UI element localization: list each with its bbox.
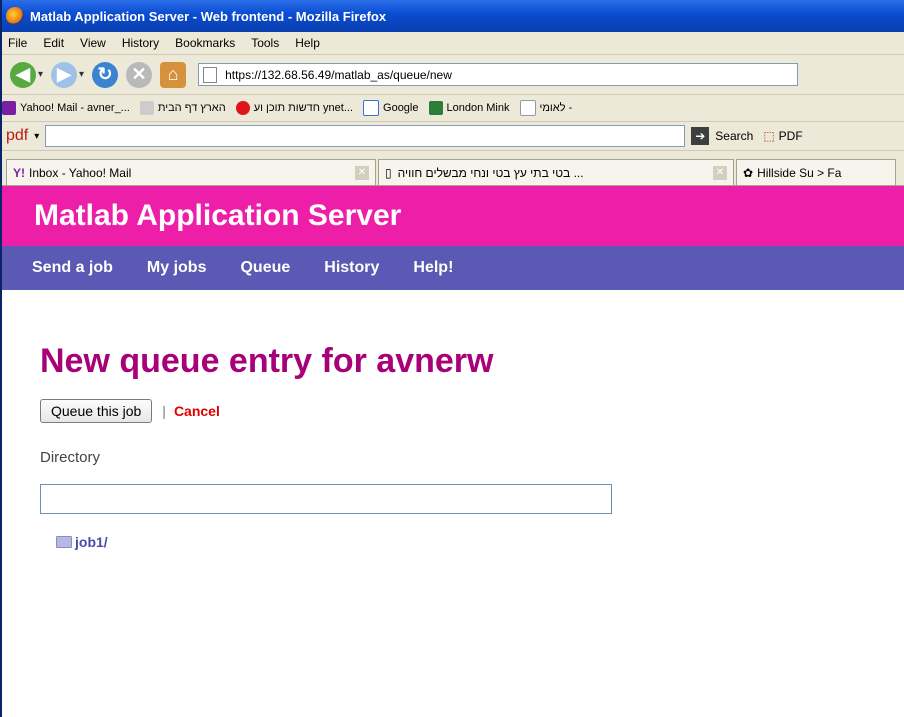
chevron-down-icon[interactable]: ▾	[34, 131, 39, 142]
bookmark-ynet[interactable]: חדשות תוכן וע ynet...	[235, 101, 354, 115]
page-icon	[519, 100, 536, 116]
close-icon[interactable]: ✕	[713, 165, 727, 180]
nav-send-a-job[interactable]: Send a job	[32, 259, 113, 277]
cancel-link[interactable]: Cancel	[174, 403, 220, 419]
home-icon[interactable]: ⌂	[160, 61, 187, 88]
tab-label: Inbox - Yahoo! Mail	[29, 165, 132, 180]
london-mink-icon	[428, 101, 443, 115]
browser-window: Matlab Application Server - Web frontend…	[0, 0, 904, 717]
nav-help[interactable]: Help!	[413, 259, 453, 277]
forward-arrow-icon[interactable]: ▶	[51, 61, 78, 88]
bookmarks-toolbar: Yahoo! Mail - avner_... הארץ דף הבית חדש…	[2, 95, 904, 122]
bookmark-label: London Mink	[446, 102, 510, 114]
directory-input[interactable]	[40, 484, 612, 514]
reload-icon[interactable]: ↻	[92, 61, 119, 88]
bookmark-haaretz[interactable]: הארץ דף הבית	[139, 101, 226, 115]
bookmark-london-mink[interactable]: London Mink	[428, 101, 510, 115]
menu-history[interactable]: History	[122, 36, 159, 50]
haaretz-icon	[139, 101, 154, 115]
form-actions: Queue this job | Cancel	[40, 399, 904, 423]
action-separator: |	[162, 403, 166, 419]
bookmark-label: Yahoo! Mail - avner_...	[20, 102, 130, 114]
firefox-icon	[6, 7, 24, 25]
tab-hillside[interactable]: ✿ Hillside Su > Fa	[736, 159, 896, 185]
menu-bookmarks[interactable]: Bookmarks	[175, 36, 235, 50]
bookmark-leumi[interactable]: לאומי -	[519, 100, 573, 116]
menu-tools[interactable]: Tools	[251, 36, 279, 50]
pdf-toolbar: pdf ▾ ➔ Search ⬚ PDF	[2, 122, 904, 151]
forward-history-dropdown[interactable]: ▾	[79, 69, 84, 80]
menu-help[interactable]: Help	[295, 36, 320, 50]
back-arrow-icon[interactable]: ◀	[10, 61, 36, 88]
bookmark-label: לאומי -	[539, 102, 573, 114]
main-content: New queue entry for avnerw Queue this jo…	[2, 290, 904, 550]
page-title: New queue entry for avnerw	[40, 342, 494, 380]
bookmark-label: הארץ דף הבית	[157, 102, 226, 114]
tab-inbox[interactable]: Y! Inbox - Yahoo! Mail ✕	[6, 159, 376, 185]
bookmark-yahoo-mail[interactable]: Yahoo! Mail - avner_...	[2, 101, 130, 115]
queue-job-button[interactable]: Queue this job	[40, 399, 153, 423]
page-icon: ▯	[385, 165, 392, 180]
close-icon[interactable]: ✕	[355, 165, 369, 180]
tab-label: Hillside Su > Fa	[757, 165, 842, 180]
yahoo-icon	[2, 101, 16, 115]
tab-label: בטי בתי עץ בטי ונחי מבשלים חוויה ...	[397, 165, 584, 180]
bookmark-label: Google	[383, 102, 419, 114]
url-bar[interactable]: https://132.68.56.49/matlab_as/queue/new	[198, 63, 799, 86]
menu-file[interactable]: File	[8, 36, 27, 50]
page-icon	[203, 66, 218, 83]
pdf-search-input[interactable]	[45, 125, 686, 147]
tab-betty[interactable]: ▯ בטי בתי עץ בטי ונחי מבשלים חוויה ... ✕	[378, 159, 734, 185]
menu-view[interactable]: View	[80, 36, 106, 50]
folder-link-job1[interactable]: job1/	[75, 534, 108, 550]
bookmark-label: חדשות תוכן וע ynet...	[253, 102, 354, 114]
menu-edit[interactable]: Edit	[43, 36, 64, 50]
nav-queue[interactable]: Queue	[240, 259, 290, 277]
google-icon	[363, 100, 380, 116]
ynet-icon	[235, 101, 250, 115]
tab-bar: Y! Inbox - Yahoo! Mail ✕ ▯ בטי בתי עץ בט…	[2, 151, 904, 186]
nav-my-jobs[interactable]: My jobs	[147, 259, 207, 277]
folder-icon	[56, 536, 72, 548]
pdf-button[interactable]: PDF	[779, 129, 803, 143]
folder-item[interactable]: job1/	[56, 534, 904, 550]
menu-bar: File Edit View History Bookmarks Tools H…	[2, 32, 904, 55]
bookmark-google[interactable]: Google	[363, 100, 419, 116]
pdf-icon: ⬚	[763, 129, 775, 143]
directory-label: Directory	[40, 449, 101, 466]
arrow-right-icon[interactable]: ➔	[691, 127, 710, 145]
site-header: Matlab Application Server	[2, 186, 904, 246]
pdf-logo: pdf	[6, 127, 29, 144]
flower-icon: ✿	[743, 165, 754, 180]
stop-icon[interactable]: ✕	[126, 61, 153, 88]
url-text: https://132.68.56.49/matlab_as/queue/new	[225, 67, 452, 82]
pdf-search-button[interactable]: Search	[715, 129, 753, 143]
site-nav: Send a job My jobs Queue History Help!	[2, 246, 904, 290]
navigation-toolbar: ◀ ▾ ▶ ▾ ↻ ✕ ⌂ https://132.68.56.49/matla…	[2, 55, 904, 95]
nav-history[interactable]: History	[324, 259, 379, 277]
site-title: Matlab Application Server	[34, 199, 402, 232]
yahoo-icon: Y!	[13, 165, 25, 180]
window-title: Matlab Application Server - Web frontend…	[30, 8, 387, 24]
back-history-dropdown[interactable]: ▾	[38, 69, 43, 80]
title-bar: Matlab Application Server - Web frontend…	[2, 0, 904, 32]
